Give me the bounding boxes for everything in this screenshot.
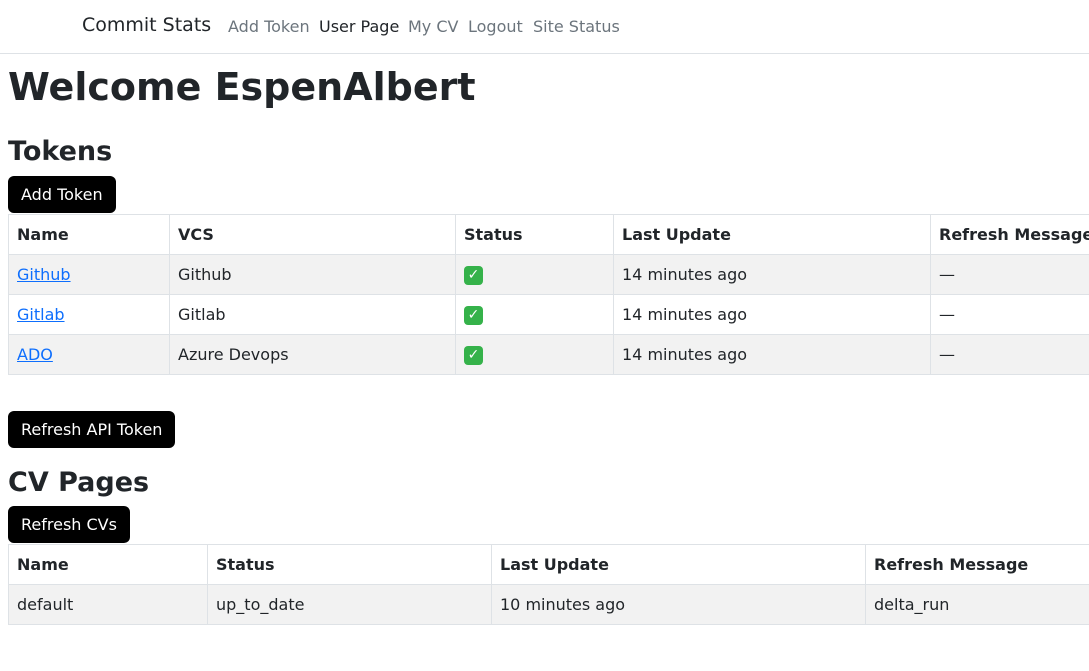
column-header: Status bbox=[207, 544, 492, 585]
column-header: Refresh Message bbox=[930, 214, 1089, 255]
cv-pages-table: Name Status Last Update Refresh Message … bbox=[8, 544, 1089, 625]
table-row: Github Github ✓ 14 minutes ago — bbox=[8, 254, 1089, 295]
column-header: Name bbox=[8, 214, 170, 255]
vcs-cell: Github bbox=[169, 254, 456, 295]
refresh-message-cell: delta_run bbox=[865, 584, 1089, 625]
column-header: Last Update bbox=[613, 214, 931, 255]
add-token-button[interactable]: Add Token bbox=[8, 176, 116, 213]
refresh-message-cell: — bbox=[930, 254, 1089, 295]
table-row: default up_to_date 10 minutes ago delta_… bbox=[8, 584, 1089, 625]
column-header: Status bbox=[455, 214, 614, 255]
table-row: ADO Azure Devops ✓ 14 minutes ago — bbox=[8, 334, 1089, 375]
cv-pages-heading: CV Pages bbox=[8, 467, 150, 498]
token-link-github[interactable]: Github bbox=[17, 265, 71, 284]
last-update-cell: 14 minutes ago bbox=[613, 254, 931, 295]
cv-header-row: Name Status Last Update Refresh Message bbox=[8, 544, 1089, 585]
last-update-cell: 14 minutes ago bbox=[613, 334, 931, 375]
tokens-header-row: Name VCS Status Last Update Refresh Mess… bbox=[8, 214, 1089, 255]
nav-add-token[interactable]: Add Token bbox=[228, 17, 310, 36]
refresh-api-token-button[interactable]: Refresh API Token bbox=[8, 411, 176, 448]
column-header: Refresh Message bbox=[865, 544, 1089, 585]
table-row: Gitlab Gitlab ✓ 14 minutes ago — bbox=[8, 294, 1089, 335]
refresh-message-cell: — bbox=[930, 294, 1089, 335]
last-update-cell: 14 minutes ago bbox=[613, 294, 931, 335]
nav-my-cv[interactable]: My CV bbox=[408, 17, 458, 36]
vcs-cell: Gitlab bbox=[169, 294, 456, 335]
token-link-ado[interactable]: ADO bbox=[17, 345, 53, 364]
column-header: Last Update bbox=[491, 544, 866, 585]
page-title: Welcome EspenAlbert bbox=[8, 65, 476, 109]
cv-status-cell: up_to_date bbox=[207, 584, 492, 625]
column-header: VCS bbox=[169, 214, 456, 255]
tokens-table: Name VCS Status Last Update Refresh Mess… bbox=[8, 214, 1089, 375]
last-update-cell: 10 minutes ago bbox=[491, 584, 866, 625]
nav-logout[interactable]: Logout bbox=[468, 17, 523, 36]
refresh-message-cell: — bbox=[930, 334, 1089, 375]
column-header: Name bbox=[8, 544, 208, 585]
brand[interactable]: Commit Stats bbox=[82, 14, 211, 36]
token-link-gitlab[interactable]: Gitlab bbox=[17, 305, 65, 324]
check-icon: ✓ bbox=[464, 345, 483, 365]
refresh-cvs-button[interactable]: Refresh CVs bbox=[8, 506, 130, 543]
check-icon: ✓ bbox=[464, 305, 483, 325]
navbar: Commit Stats Add Token User Page My CV L… bbox=[0, 0, 1089, 54]
check-icon: ✓ bbox=[464, 265, 483, 285]
tokens-heading: Tokens bbox=[8, 136, 113, 167]
nav-user-page[interactable]: User Page bbox=[319, 17, 399, 36]
cv-name-cell: default bbox=[8, 584, 208, 625]
vcs-cell: Azure Devops bbox=[169, 334, 456, 375]
nav-site-status[interactable]: Site Status bbox=[533, 17, 620, 36]
